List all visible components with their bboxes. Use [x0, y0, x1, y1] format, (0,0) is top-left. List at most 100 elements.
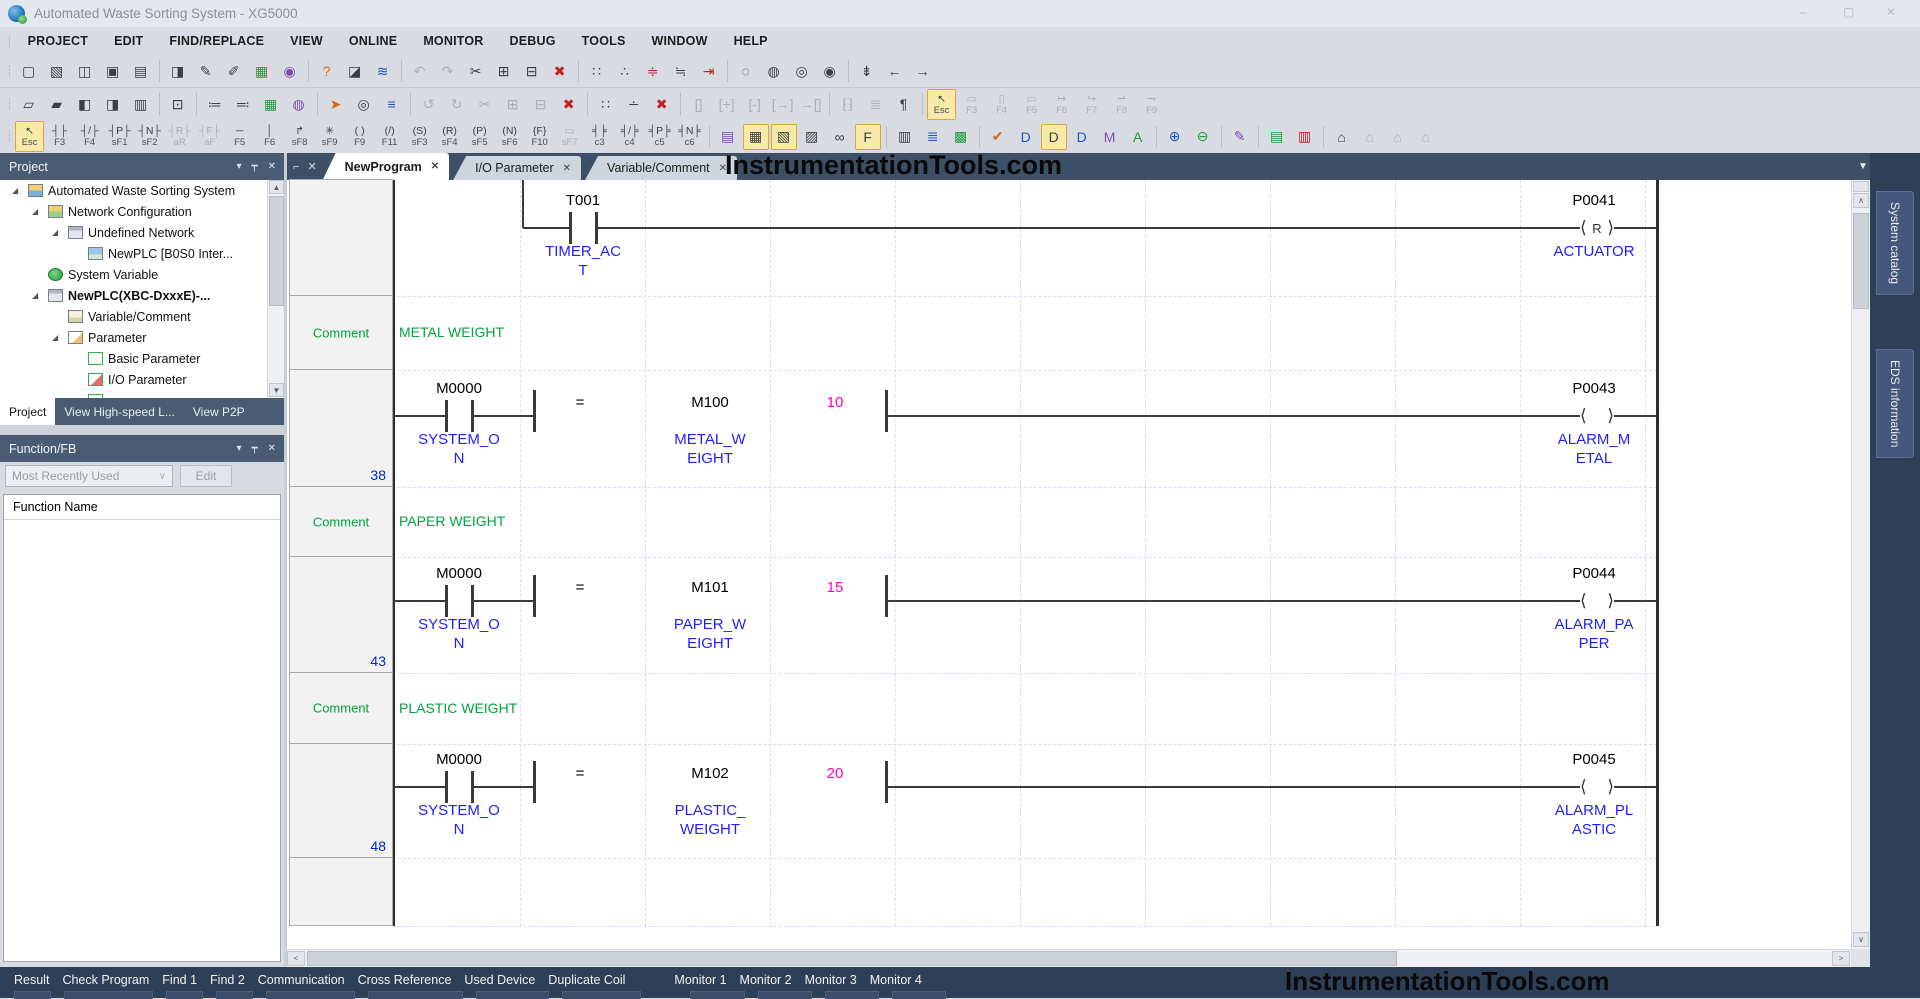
edit-mode-icon[interactable]: ▧	[770, 123, 797, 150]
tree-item-parameter[interactable]: ◢ Parameter	[0, 327, 284, 348]
tree-item-system-variable[interactable]: System Variable	[0, 264, 284, 285]
program-comment-icon[interactable]: ▤	[715, 124, 741, 150]
tab-i-o-parameter[interactable]: I/O Parameter ✕	[453, 156, 582, 180]
sso-icon[interactable]: ≡	[379, 91, 405, 117]
message-icon[interactable]: ▨	[799, 124, 825, 150]
save-project-icon[interactable]: ◫	[72, 58, 98, 84]
manual-book-icon[interactable]: ▤	[1264, 124, 1290, 150]
scroll-down-button[interactable]: ∨	[1853, 932, 1869, 947]
function-category-select[interactable]: Most Recently Used ∨	[5, 465, 173, 487]
tree-expand-icon[interactable]: ◢	[52, 333, 58, 342]
block-jump-icon[interactable]: [→]	[770, 91, 796, 117]
insert-line-icon[interactable]: ≑	[640, 58, 666, 84]
panel-dropdown-icon[interactable]: ▾	[237, 443, 242, 454]
monitor-display-icon[interactable]: ▦	[249, 58, 275, 84]
scroll-down-button[interactable]: ▼	[269, 383, 284, 397]
delete-line-tool-button[interactable]: ✳ sF9	[315, 121, 344, 152]
cut-icon[interactable]: ✂	[463, 58, 489, 84]
scrollbar-thumb[interactable]	[307, 951, 1397, 966]
tab-variable-comment[interactable]: Variable/Comment ✕	[585, 156, 738, 180]
block-remove-icon[interactable]: [-]	[742, 91, 768, 117]
rising-contact-button[interactable]: ┤P├ sF1	[105, 121, 134, 152]
cut-2-icon[interactable]: ✂	[472, 91, 498, 117]
usage-chart-icon[interactable]: ▥	[892, 124, 918, 150]
bottom-tab-monitor-2[interactable]: Monitor 2	[740, 973, 792, 987]
device-view-a-icon[interactable]: A	[1125, 124, 1151, 150]
bottom-tab-find-1[interactable]: Find 1	[162, 973, 197, 987]
tab-close-icon[interactable]: ✕	[307, 160, 316, 173]
negative-coil-button[interactable]: (N) sF6	[495, 121, 524, 152]
right-tab-system-catalog[interactable]: System catalog	[1876, 191, 1914, 296]
find-icon[interactable]: ◌	[733, 58, 759, 84]
print-icon[interactable]: ▤	[128, 58, 154, 84]
redo-icon[interactable]: ↷	[435, 58, 461, 84]
comment-view-icon[interactable]: ¶	[891, 91, 917, 117]
right-tab-eds-information[interactable]: EDS information	[1876, 349, 1914, 459]
panel-pin-icon[interactable]: ┯	[252, 161, 258, 172]
open-project-icon[interactable]: ▧	[44, 58, 70, 84]
monitor-f6-button[interactable]: ↦ F6	[1047, 89, 1076, 120]
device-view-dc-icon[interactable]: D	[1069, 124, 1095, 150]
coil-button[interactable]: ( ) F9	[345, 121, 374, 152]
edit-stamp-icon[interactable]: ✐	[221, 58, 247, 84]
bottom-tab-monitor-3[interactable]: Monitor 3	[805, 973, 857, 987]
select-mode-button[interactable]: ↖ Esc	[927, 88, 957, 120]
minimize-button[interactable]: –	[1800, 5, 1807, 19]
monitor-f8-button[interactable]: ⇀ F8	[1107, 89, 1136, 120]
bracket-pair-icon[interactable]: ⁅⁆	[835, 91, 861, 117]
bottom-tab-used-device[interactable]: Used Device	[464, 973, 535, 987]
scrollbar-split-handle[interactable]	[1853, 181, 1869, 192]
resize-grip[interactable]	[1851, 949, 1870, 967]
disc-icon[interactable]: ◍	[286, 91, 312, 117]
bottom-tab-monitor-4[interactable]: Monitor 4	[870, 973, 922, 987]
device-comment-icon[interactable]: F	[854, 123, 881, 150]
new-window-icon[interactable]: ▱	[16, 91, 42, 117]
tree-item-undefined-network[interactable]: ◢ Undefined Network	[0, 222, 284, 243]
tree-item-i-o-parameter[interactable]: I/O Parameter	[0, 369, 284, 390]
special-contact-c6-button[interactable]: ╡N╞ c6	[675, 121, 704, 152]
menu-edit[interactable]: EDIT	[101, 34, 156, 48]
push-line-icon[interactable]: ⇥	[696, 58, 722, 84]
special-contact-c3-button[interactable]: ╡╞ c3	[585, 121, 614, 152]
new-project-icon[interactable]: ▢	[16, 58, 42, 84]
ladder-editor[interactable]	[287, 180, 1851, 949]
device-view-m-icon[interactable]: M	[1097, 124, 1123, 150]
replace-icon[interactable]: ◉	[817, 58, 843, 84]
arrow-tool-button[interactable]: ↖ Esc	[15, 121, 45, 152]
zoom-in-icon[interactable]: ⊕	[1162, 124, 1188, 150]
tab-close-icon[interactable]: ✕	[431, 161, 439, 172]
editor-vertical-scrollbar[interactable]: ∧ ∨	[1851, 180, 1871, 949]
closed-coil-button[interactable]: (/) F11	[375, 121, 404, 152]
panel-close-icon[interactable]: ✕	[268, 443, 276, 454]
monitor-f3-button[interactable]: ▭ F3	[957, 89, 986, 120]
falling-contact-button[interactable]: ┤N├ sF2	[135, 121, 164, 152]
panel-pin-icon[interactable]: ┯	[252, 443, 258, 454]
tree-item-partial[interactable]	[0, 390, 284, 398]
undo-icon[interactable]: ↶	[407, 58, 433, 84]
bottom-tab-cross-reference[interactable]: Cross Reference	[358, 973, 452, 987]
list-view-icon[interactable]: ≣	[863, 91, 889, 117]
panel-tab-project[interactable]: Project	[0, 398, 56, 425]
run-icon[interactable]: ➤	[323, 91, 349, 117]
bottom-tab-find-2[interactable]: Find 2	[210, 973, 245, 987]
edit-properties-icon[interactable]: ✎	[193, 58, 219, 84]
paste-icon[interactable]: ⊟	[519, 58, 545, 84]
rising-pulse-button[interactable]: ┤R├ aR	[165, 121, 194, 152]
menu-monitor[interactable]: MONITOR	[410, 34, 496, 48]
write-plc-icon[interactable]: ≔	[202, 91, 228, 117]
device-view-d-icon[interactable]: D	[1013, 124, 1039, 150]
help-icon[interactable]: ?	[314, 58, 340, 84]
pulse-coil-button[interactable]: (P) sF5	[465, 121, 494, 152]
user-permission-icon[interactable]: ✎	[1227, 124, 1253, 150]
tree-expand-icon[interactable]: ◢	[32, 207, 38, 216]
clipboard-icon[interactable]: ◨	[165, 58, 191, 84]
special-contact-c4-button[interactable]: ╡/╞ c4	[615, 121, 644, 152]
tile-vertical-icon[interactable]: ◨	[100, 91, 126, 117]
scroll-right-button[interactable]: >	[1832, 951, 1850, 966]
navigate-forward-icon[interactable]: →	[910, 58, 936, 84]
insert-cell-icon[interactable]: ∷	[584, 58, 610, 84]
print-window-icon[interactable]: ▥	[128, 91, 154, 117]
delete-line-icon[interactable]: ≒	[668, 58, 694, 84]
monitor-f9-button[interactable]: ⇁ F9	[1137, 89, 1166, 120]
copy-2-icon[interactable]: ⊞	[500, 91, 526, 117]
